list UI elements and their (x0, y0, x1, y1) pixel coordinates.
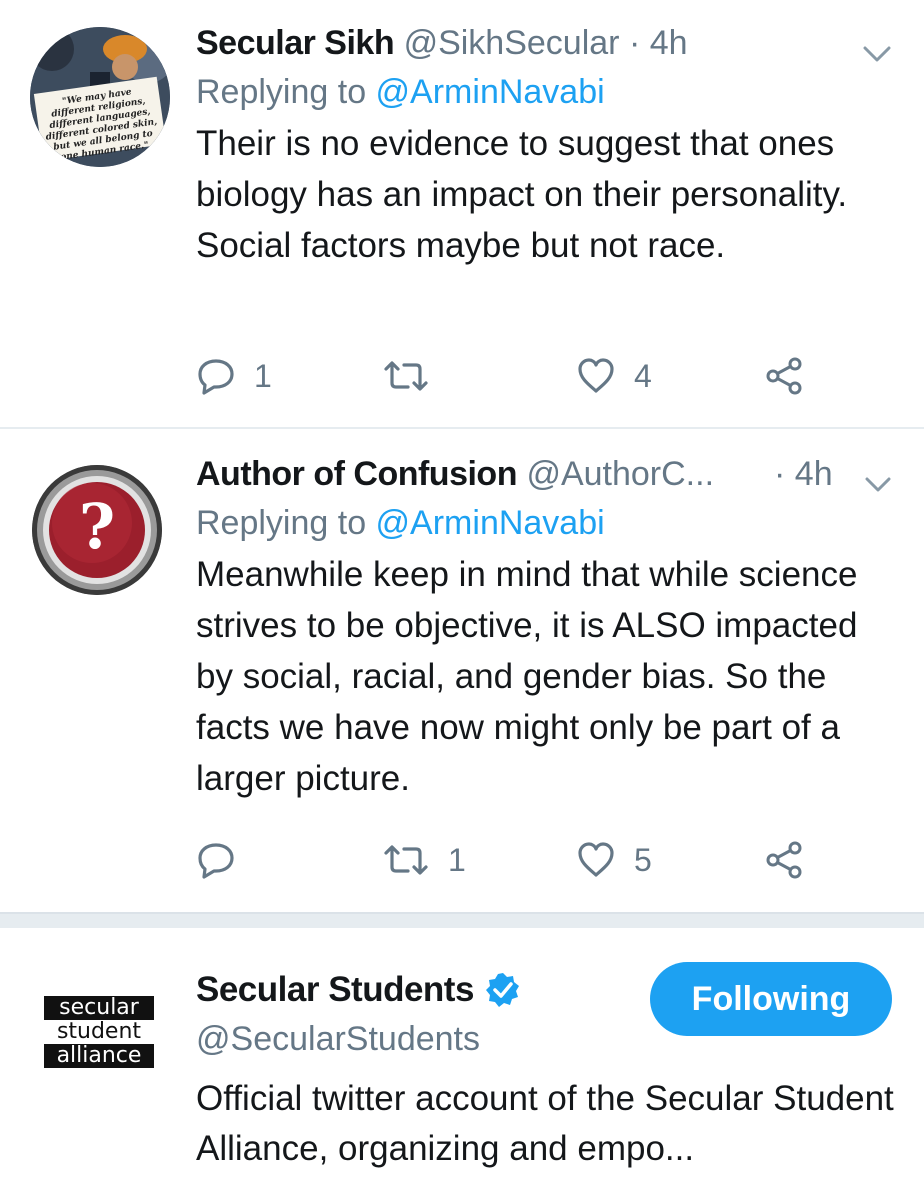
verified-badge-icon (485, 973, 519, 1007)
share-icon (766, 357, 802, 395)
secular-student-alliance-logo[interactable]: secular student alliance (44, 996, 154, 1068)
like-button[interactable]: 5 (576, 836, 652, 884)
share-button[interactable] (764, 836, 804, 884)
retweet-button[interactable]: 1 (382, 836, 466, 884)
chevron-down-icon[interactable] (864, 465, 892, 504)
logo-line-3: alliance (44, 1044, 154, 1068)
account-handle[interactable]: @SecularStudents (196, 1014, 664, 1064)
tweet-time[interactable]: 4h (650, 24, 688, 62)
separator-dot: · (628, 24, 641, 62)
tweet-text: Their is no evidence to suggest that one… (196, 124, 848, 265)
separator-dot: · (774, 455, 786, 493)
tweet-header: Secular Sikh @SikhSecular · 4h (196, 24, 904, 66)
following-button[interactable]: Following (650, 962, 892, 1036)
avatar-photo: "We may have different religions, differ… (30, 27, 170, 167)
retweet-count: 1 (448, 841, 466, 878)
display-name[interactable]: Author of Confusion (196, 455, 517, 493)
tweet-header: Author of Confusion @AuthorC... · 4h (196, 455, 904, 497)
replying-prefix: Replying to (196, 73, 376, 111)
like-icon (578, 358, 614, 393)
tweet-time[interactable]: 4h (795, 455, 833, 493)
tweet-actions: 1 4 (196, 352, 836, 400)
replying-to: Replying to @ArminNavabi (196, 497, 904, 549)
user-handle[interactable]: @AuthorC... (526, 455, 714, 493)
replying-to: Replying to @ArminNavabi (196, 66, 904, 118)
reply-count: 1 (254, 357, 272, 394)
reply-button[interactable]: 1 (196, 352, 272, 400)
avatar-author-of-confusion[interactable]: ? (32, 465, 162, 595)
avatar-glyph: ? (78, 490, 116, 563)
reply-button[interactable] (196, 836, 254, 884)
mention-link[interactable]: @ArminNavabi (376, 73, 605, 111)
avatar-secular-sikh[interactable]: "We may have different religions, differ… (30, 27, 170, 167)
like-count: 4 (634, 357, 652, 394)
tweet-1[interactable]: "We may have different religions, differ… (0, 0, 924, 425)
logo-line-1: secular (44, 996, 154, 1020)
account-bio: Official twitter account of the Secular … (196, 1079, 894, 1168)
like-button[interactable]: 4 (576, 352, 652, 400)
share-icon (766, 841, 802, 879)
replying-prefix: Replying to (196, 504, 376, 542)
retweet-button[interactable] (382, 352, 448, 400)
share-button[interactable] (764, 352, 804, 400)
chevron-down-icon[interactable] (862, 34, 892, 73)
tweet-text: Meanwhile keep in mind that while scienc… (196, 555, 858, 798)
account-display-name[interactable]: Secular Students (196, 970, 474, 1010)
reply-icon (198, 843, 234, 879)
logo-line-2: student (44, 1020, 154, 1044)
user-handle[interactable]: @SikhSecular (404, 24, 620, 62)
tweet-actions: 1 5 (196, 836, 836, 884)
retweet-icon (384, 361, 428, 391)
retweet-icon (384, 845, 428, 875)
account-name-row: Secular Students (196, 966, 664, 1014)
like-count: 5 (634, 841, 652, 878)
display-name[interactable]: Secular Sikh (196, 24, 395, 62)
reply-icon (198, 359, 234, 395)
section-divider (0, 912, 924, 928)
like-icon (578, 842, 614, 877)
tweet-2[interactable]: ? Author of Confusion @AuthorC... · 4h R… (0, 429, 924, 909)
mention-link[interactable]: @ArminNavabi (376, 504, 605, 542)
